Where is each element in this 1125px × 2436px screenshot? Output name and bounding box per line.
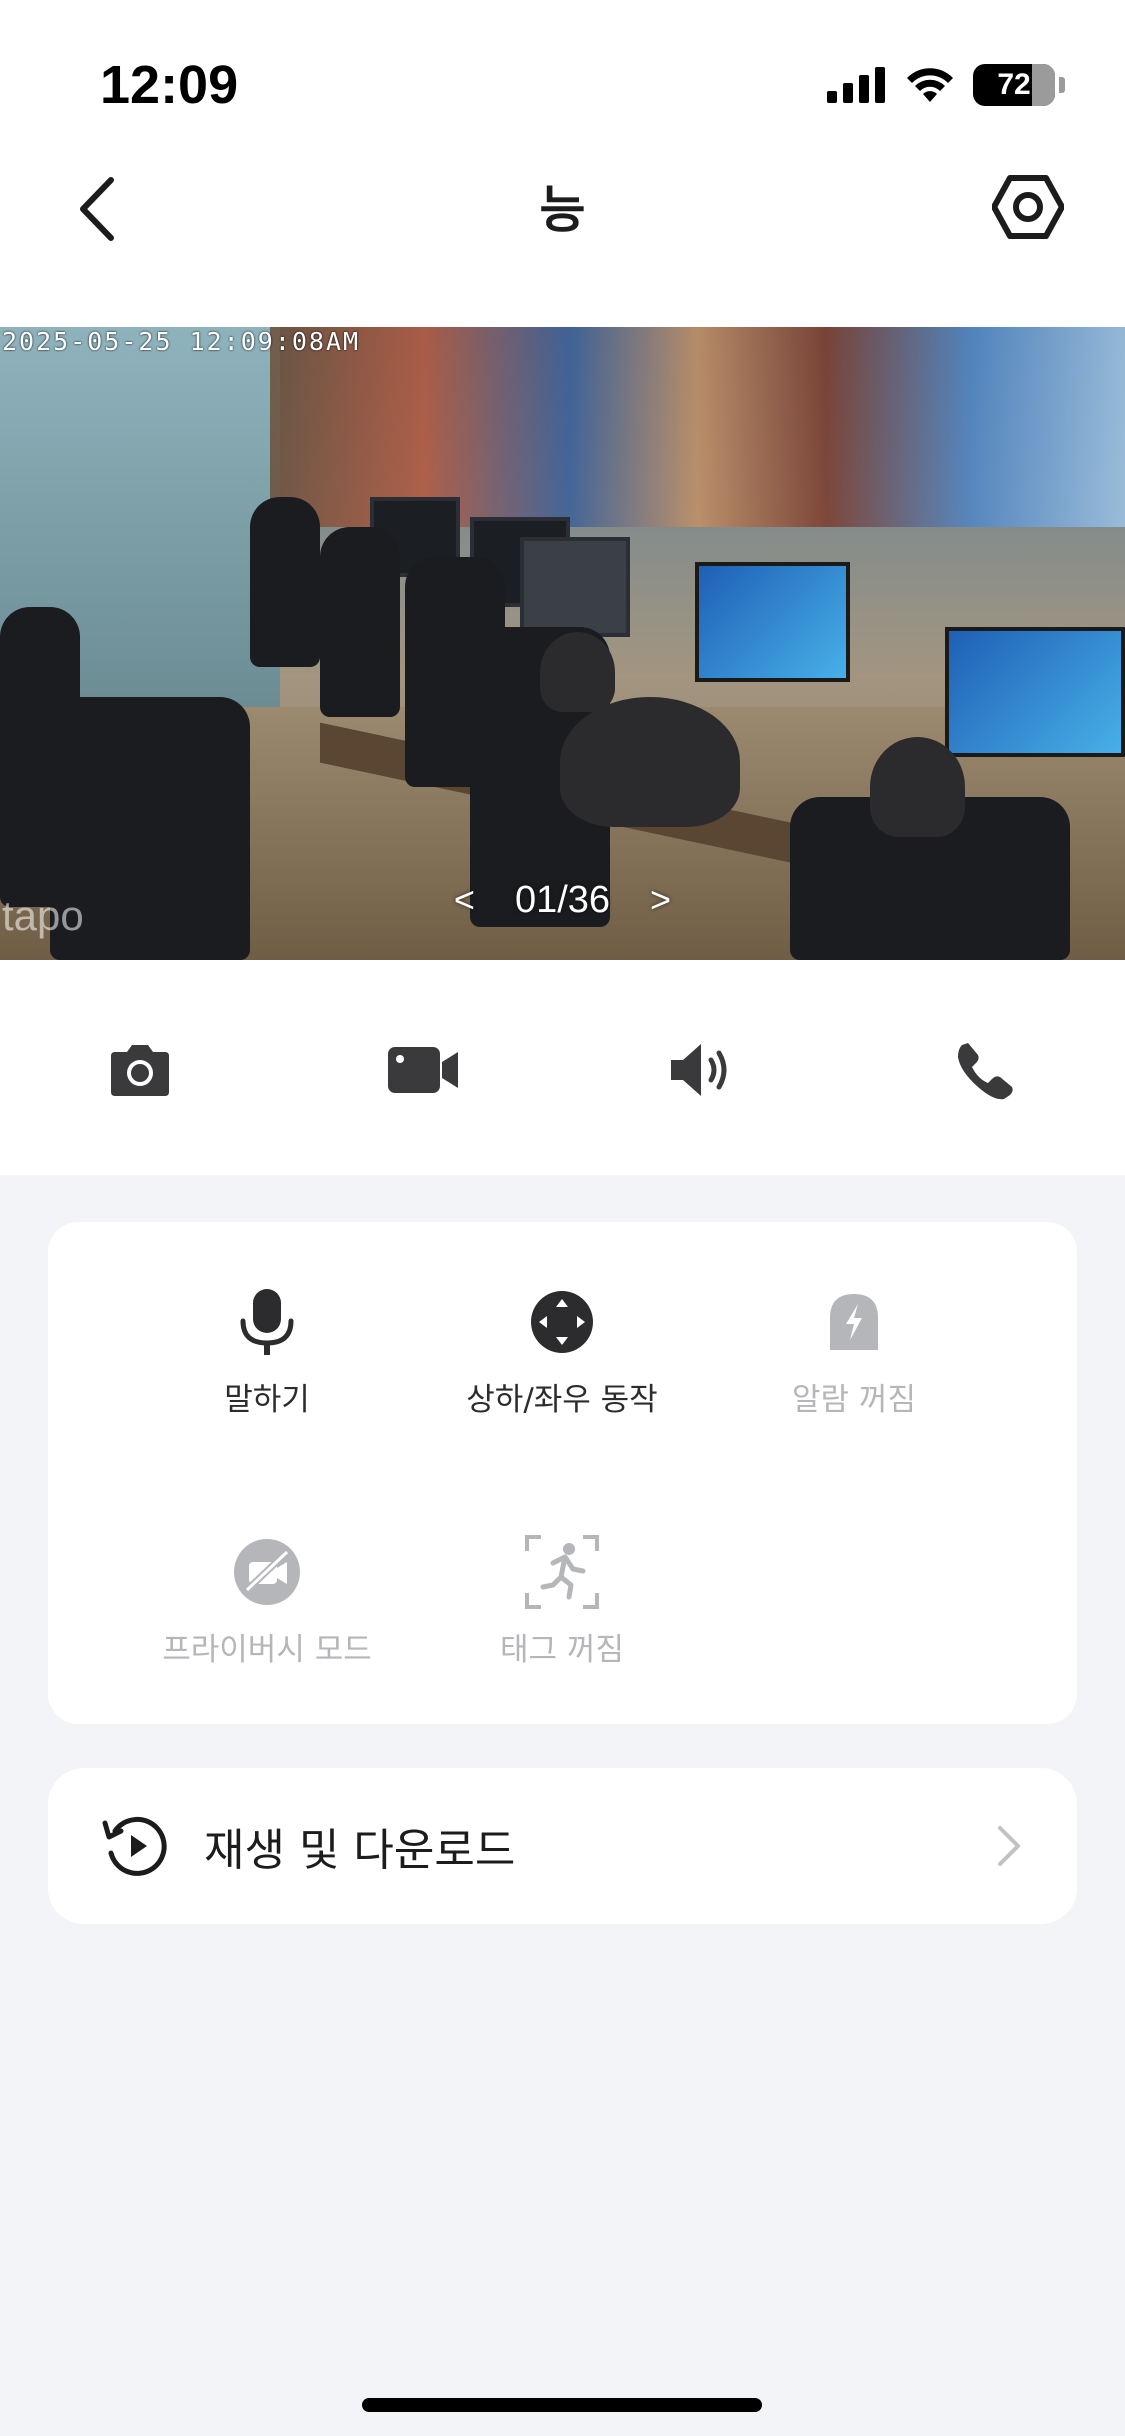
status-icons: 72 [827, 64, 1065, 106]
phone-icon [958, 1043, 1013, 1100]
privacy-control[interactable]: 프라이버시 모드 [97, 1532, 437, 1672]
pan-tilt-icon [531, 1291, 593, 1353]
alarm-label: 알람 꺼짐 [792, 1382, 916, 1418]
battery-tip [1059, 77, 1065, 93]
video-scene-person [870, 737, 965, 837]
playback-icon-wrap [96, 1806, 176, 1886]
battery-empty-portion [1032, 64, 1055, 106]
chevron-right-icon [998, 1826, 1020, 1866]
microphone-icon [240, 1289, 294, 1355]
settings-button[interactable] [983, 162, 1073, 252]
talk-control[interactable]: 말하기 [97, 1282, 437, 1422]
video-scene-chair [320, 527, 400, 717]
motion-tag-icon [525, 1535, 599, 1609]
page-title: 능 [539, 181, 586, 239]
pager-next-button[interactable]: > [650, 879, 671, 921]
tag-label: 태그 꺼짐 [500, 1632, 624, 1668]
video-timestamp: 2025-05-25 12:09:08AM [2, 327, 361, 356]
playback-label: 재생 및 다운로드 [204, 1825, 516, 1876]
cellular-signal-icon [827, 67, 885, 103]
playback-download-row[interactable]: 재생 및 다운로드 [48, 1768, 1077, 1924]
privacy-label: 프라이버시 모드 [162, 1632, 372, 1668]
home-indicator[interactable] [362, 2398, 762, 2412]
call-button[interactable] [935, 1020, 1035, 1120]
pager-prev-button[interactable]: < [454, 879, 475, 921]
video-scene-person [540, 632, 615, 712]
pan-tilt-control[interactable]: 상하/좌우 동작 [392, 1282, 732, 1422]
camera-live-view[interactable]: 2025-05-25 12:09:08AM tapo [0, 327, 1125, 960]
video-scene-monitor [520, 537, 630, 637]
video-scene-monitor [945, 627, 1125, 757]
status-bar: 12:09 72 [0, 0, 1125, 150]
control-card: 말하기 상하/좌우 동작 알람 꺼짐 프라이버시 모드 태그 꺼짐 [48, 1222, 1077, 1724]
battery-indicator: 72 [973, 64, 1055, 106]
alarm-icon [830, 1294, 878, 1350]
video-scene-person [560, 697, 740, 827]
status-time: 12:09 [100, 55, 239, 115]
privacy-camera-off-icon [234, 1539, 300, 1605]
tag-control[interactable]: 태그 꺼짐 [392, 1532, 732, 1672]
wifi-icon [907, 68, 953, 102]
nav-bar: 능 [0, 150, 1125, 300]
action-row [0, 1020, 1125, 1120]
video-record-icon [388, 1047, 458, 1093]
video-pager: < 01/36 > [0, 870, 1125, 930]
playback-chevron-wrap [989, 1818, 1029, 1874]
alarm-control[interactable]: 알람 꺼짐 [684, 1282, 1024, 1422]
history-play-icon [102, 1816, 167, 1876]
battery-level: 72 [997, 68, 1031, 101]
speaker-icon [671, 1044, 727, 1096]
speaker-button[interactable] [652, 1020, 752, 1120]
pan-tilt-label: 상하/좌우 동작 [466, 1382, 658, 1418]
video-scene-monitor [695, 562, 850, 682]
talk-label: 말하기 [224, 1382, 310, 1418]
record-button[interactable] [373, 1020, 473, 1120]
pager-counter: 01/36 [514, 878, 611, 921]
video-scene-chair [250, 497, 320, 667]
hexagon-gear-icon [992, 175, 1064, 239]
snapshot-button[interactable] [90, 1020, 190, 1120]
camera-icon [111, 1045, 169, 1096]
